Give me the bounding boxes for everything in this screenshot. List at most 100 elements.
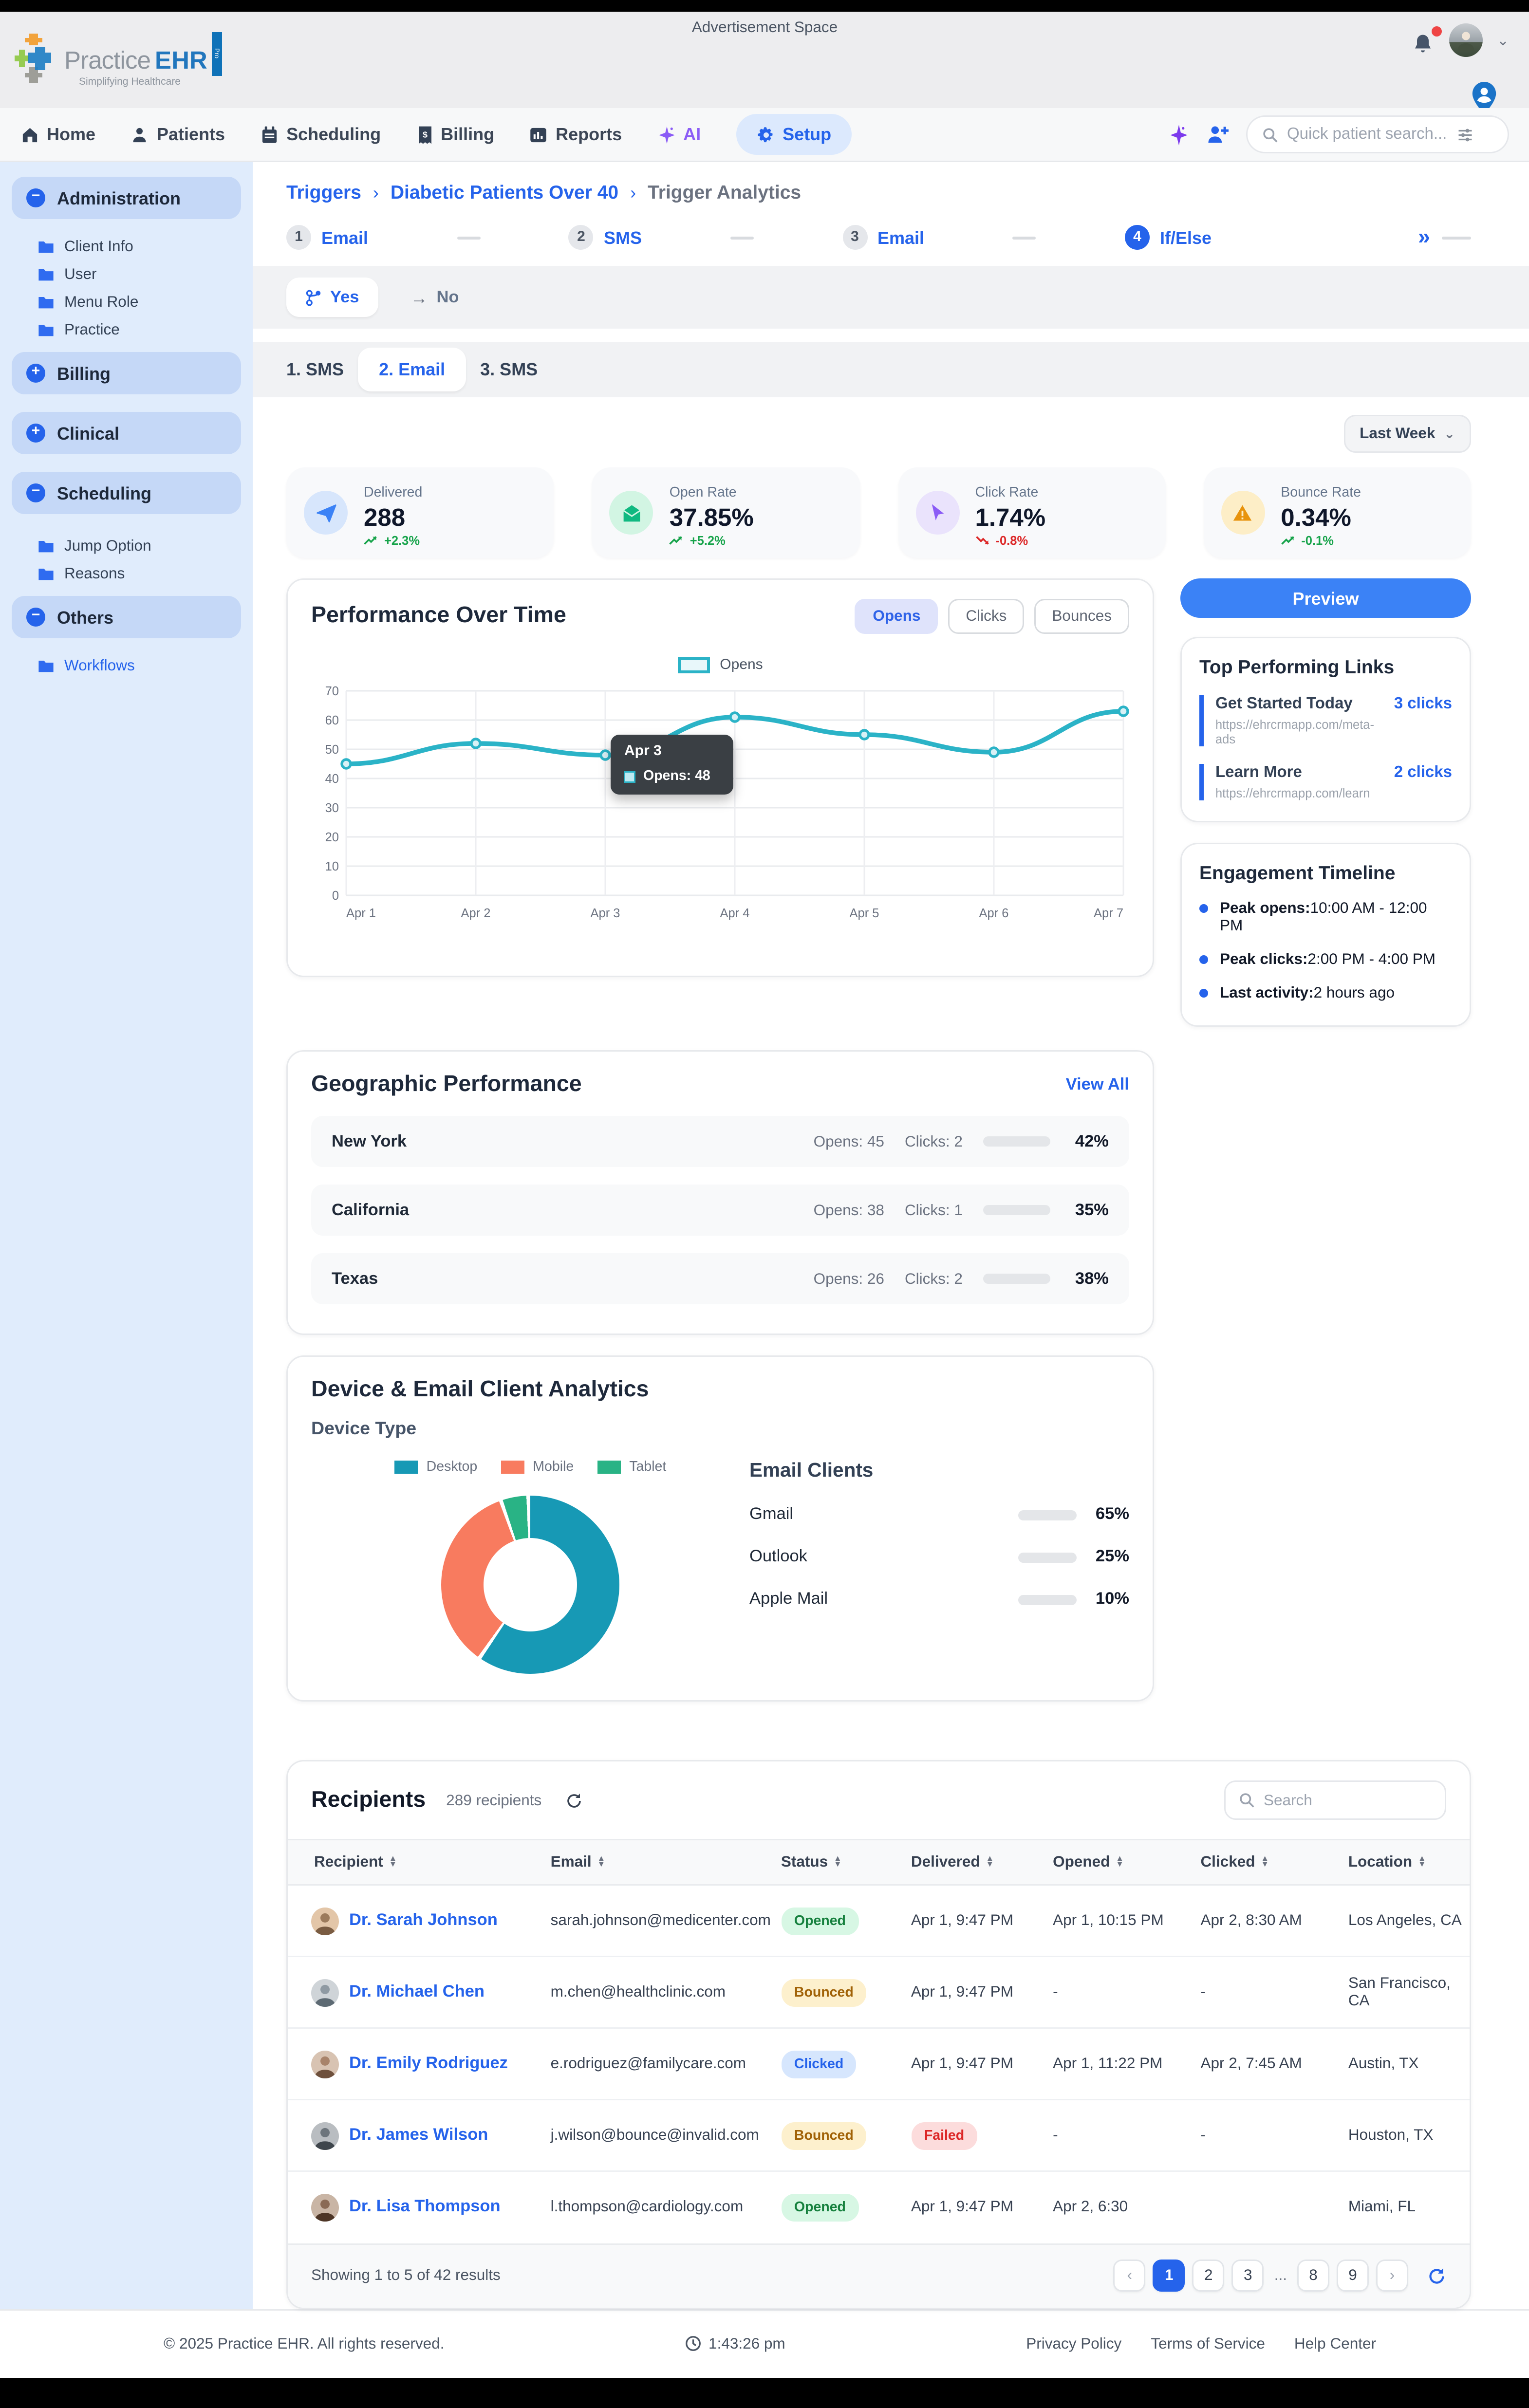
nav-label: AI [683, 124, 701, 145]
svg-text:Apr 1: Apr 1 [346, 907, 376, 920]
tab-3-sms[interactable]: 3. SMS [480, 359, 538, 380]
step-3-email[interactable]: 3Email [842, 225, 924, 250]
page-button-3[interactable]: 3 [1232, 2260, 1264, 2292]
sort-icon: ▲▼ [986, 1856, 994, 1869]
sidebar-section-clinical[interactable]: + Clinical [12, 412, 241, 454]
line-chart[interactable]: 010203040506070Apr 1Apr 2Apr 3Apr 4Apr 5… [311, 679, 1129, 967]
page-button-9[interactable]: 9 [1337, 2260, 1369, 2292]
page-button-1[interactable]: 1 [1153, 2260, 1185, 2292]
ai-sparkle-icon[interactable] [1169, 124, 1189, 146]
table-row[interactable]: Dr. Sarah Johnson sarah.johnson@medicent… [288, 1885, 1470, 1957]
nav-ai[interactable]: AI [657, 124, 701, 145]
collapse-icon: − [26, 188, 45, 207]
recipients-search[interactable] [1224, 1780, 1446, 1820]
trend-up-icon [1281, 534, 1295, 546]
user-avatar[interactable] [1449, 23, 1482, 57]
sidebar-section-scheduling[interactable]: − Scheduling [12, 472, 241, 514]
page-button-8[interactable]: 8 [1297, 2260, 1329, 2292]
trend-up-icon [670, 534, 684, 546]
device-type-donut-chart[interactable] [441, 1496, 619, 1674]
bullet-dot [1199, 904, 1208, 913]
table-row[interactable]: Dr. Emily Rodriguez e.rodriguez@familyca… [288, 2028, 1470, 2100]
preview-button[interactable]: Preview [1180, 578, 1471, 618]
add-patient-icon[interactable] [1207, 124, 1229, 145]
search-icon [1262, 127, 1278, 143]
calendar-icon [260, 125, 279, 144]
col-location[interactable]: Location▲▼ [1334, 1840, 1470, 1885]
branch-no-tab[interactable]: → No [410, 287, 459, 308]
nav-billing[interactable]: $ Billing [416, 124, 494, 145]
quick-patient-search[interactable] [1246, 115, 1509, 153]
sidebar-section-others[interactable]: − Others [12, 596, 241, 638]
tab-2-email[interactable]: 2. Email [358, 348, 466, 391]
user-menu-chevron-icon[interactable]: ⌄ [1497, 34, 1509, 50]
top-performing-links-card: Top Performing Links Get Started Today h… [1180, 637, 1471, 822]
stat-bounce-rate: Bounce Rate 0.34% -0.1% [1203, 467, 1471, 558]
refresh-button[interactable] [565, 1792, 582, 1809]
nav-setup[interactable]: Setup [736, 114, 852, 155]
nav-home[interactable]: Home [20, 124, 95, 145]
home-icon [20, 125, 39, 144]
col-clicked[interactable]: Clicked▲▼ [1186, 1840, 1333, 1885]
period-select[interactable]: Last Week ⌄ [1343, 415, 1471, 453]
sidebar-item-menu-role[interactable]: Menu Role [38, 288, 241, 315]
recipients-search-input[interactable] [1264, 1792, 1424, 1809]
sidebar-section-administration[interactable]: − Administration [12, 177, 241, 219]
step-1-email[interactable]: 1Email [286, 225, 368, 250]
table-row[interactable]: Dr. Michael Chen m.chen@healthclinic.com… [288, 1957, 1470, 2028]
col-status[interactable]: Status▲▼ [766, 1840, 896, 1885]
stat-delivered: Delivered 288 +2.3% [286, 467, 554, 558]
col-email[interactable]: Email▲▼ [536, 1840, 766, 1885]
collapse-icon: − [26, 483, 45, 502]
reports-icon [529, 125, 548, 144]
practice-ehr-logo[interactable]: PracticeEHR Pro Simplifying Healthcare [15, 32, 222, 88]
sidebar-item-practice[interactable]: Practice [38, 315, 241, 343]
sort-icon: ▲▼ [1418, 1856, 1426, 1869]
breadcrumb-triggers[interactable]: Triggers [286, 181, 361, 203]
link-item[interactable]: Learn More https://ehrcrmapp.com/learn 2… [1199, 764, 1452, 800]
sidebar-item-jump-option[interactable]: Jump Option [38, 532, 241, 559]
expand-icon: + [26, 364, 45, 383]
sidebar-item-reasons[interactable]: Reasons [38, 559, 241, 587]
bell-icon [1411, 32, 1434, 57]
bottom-black-bar [0, 2377, 1529, 2408]
sidebar-section-billing[interactable]: + Billing [12, 352, 241, 394]
link-item[interactable]: Get Started Today https://ehrcrmapp.com/… [1199, 695, 1452, 746]
breadcrumb-trigger-name[interactable]: Diabetic Patients Over 40 [391, 181, 618, 203]
sidebar-item-user[interactable]: User [38, 260, 241, 288]
stat-click-rate: Click Rate 1.74% -0.8% [898, 467, 1166, 558]
more-steps-chevron-icon[interactable]: » [1418, 225, 1427, 250]
table-refresh-button[interactable] [1427, 2266, 1446, 2285]
sort-icon: ▲▼ [834, 1856, 841, 1869]
branch-yes-tab[interactable]: Yes [286, 278, 378, 317]
filter-sliders-icon[interactable] [1456, 126, 1474, 143]
step-2-sms[interactable]: 2SMS [569, 225, 642, 250]
warning-triangle-icon [1221, 491, 1265, 535]
opens-button[interactable]: Opens [855, 599, 938, 634]
sidebar-item-workflows[interactable]: Workflows [38, 651, 241, 679]
table-row[interactable]: Dr. James Wilson j.wilson@bounce@invalid… [288, 2100, 1470, 2171]
chevron-right-icon: › [630, 182, 636, 203]
clicks-button[interactable]: Clicks [948, 599, 1024, 634]
page-button-2[interactable]: 2 [1193, 2260, 1225, 2292]
sidebar-item-client-info[interactable]: Client Info [38, 232, 241, 260]
chart-title: Performance Over Time [311, 603, 566, 630]
tab-1-sms[interactable]: 1. SMS [286, 359, 344, 380]
section-title: Device & Email Client Analytics [311, 1377, 1129, 1404]
nav-reports[interactable]: Reports [529, 124, 622, 145]
col-opened[interactable]: Opened▲▼ [1038, 1840, 1186, 1885]
nav-scheduling[interactable]: Scheduling [260, 124, 381, 145]
next-page-button[interactable]: › [1376, 2260, 1408, 2292]
avatar [311, 1979, 339, 2006]
search-input[interactable] [1287, 126, 1448, 143]
nav-label: Setup [783, 124, 831, 145]
col-delivered[interactable]: Delivered▲▼ [896, 1840, 1038, 1885]
step-4-if-else[interactable]: 4If/Else [1125, 225, 1212, 250]
nav-patients[interactable]: Patients [131, 124, 225, 145]
view-all-link[interactable]: View All [1066, 1076, 1129, 1094]
prev-page-button[interactable]: ‹ [1114, 2260, 1146, 2292]
table-row[interactable]: Dr. Lisa Thompson l.thompson@cardiology.… [288, 2171, 1470, 2243]
col-recipient[interactable]: Recipient▲▼ [288, 1840, 536, 1885]
bounces-button[interactable]: Bounces [1034, 599, 1129, 634]
notifications-button[interactable] [1411, 32, 1434, 64]
